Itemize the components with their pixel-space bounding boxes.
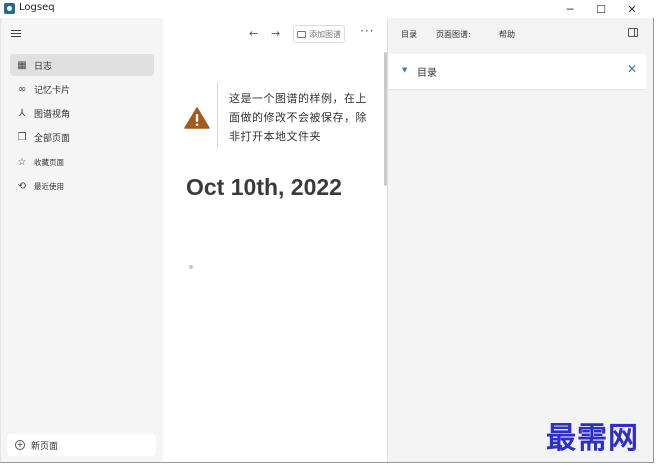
- maximize-button[interactable]: ☐: [586, 0, 616, 18]
- tab-help[interactable]: 帮助: [499, 29, 515, 40]
- sidebar-item-flashcards[interactable]: ∞ 记忆卡片: [10, 78, 154, 100]
- sidebar-item-label: 最近使用: [34, 181, 64, 191]
- sidebar-item-label: 日志: [34, 61, 53, 72]
- collapse-arrow-icon[interactable]: ▼: [402, 66, 407, 74]
- plus-circle-icon: +: [15, 440, 25, 450]
- add-graph-label: 添加图谱: [309, 29, 341, 39]
- toggle-right-sidebar-icon[interactable]: [628, 28, 638, 37]
- minimize-button[interactable]: ─: [555, 0, 585, 18]
- new-page-button[interactable]: + 新页面: [7, 434, 156, 456]
- pages-icon: ❐: [17, 131, 27, 143]
- journal-page-title[interactable]: Oct 10th, 2022: [186, 170, 366, 204]
- sidebar-item-label: 收藏页面: [34, 157, 64, 167]
- sidebar-item-graph-view[interactable]: ⅄ 图谱视角: [10, 102, 154, 124]
- graph-icon: ⅄: [18, 107, 26, 119]
- toc-panel-title: 目录: [417, 68, 437, 79]
- window-frame-right: [653, 18, 658, 466]
- block-bullet[interactable]: [189, 265, 193, 269]
- demo-graph-warning-text: 这是一个图谱的样例，在上面做的修改不会被保存，除非打开本地文件夹: [229, 92, 367, 143]
- sidebar-item-recent[interactable]: ⟲ 最近使用: [10, 175, 154, 197]
- close-window-button[interactable]: ✕: [617, 0, 647, 18]
- sidebar-item-label: 记忆卡片: [34, 85, 71, 96]
- close-icon[interactable]: ✕: [627, 62, 637, 76]
- tab-toc[interactable]: 目录: [401, 29, 417, 40]
- history-icon: ⟲: [17, 180, 27, 192]
- new-page-label: 新页面: [31, 441, 59, 452]
- back-arrow-icon[interactable]: ←: [249, 27, 258, 40]
- warning-divider: [217, 82, 218, 148]
- folder-icon: [297, 30, 306, 38]
- sidebar-item-journals[interactable]: ▦ 日志: [10, 54, 154, 76]
- title-bar: Logseq ─ ☐ ✕: [0, 0, 658, 18]
- right-sidebar: 目录 页面图谱: 帮助 ▼ 目录 ✕: [387, 18, 653, 462]
- sidebar-item-favorites[interactable]: ☆ 收藏页面: [10, 151, 154, 173]
- window-frame-bottom: [0, 462, 654, 463]
- sidebar-item-all-pages[interactable]: ❐ 全部页面: [10, 126, 154, 148]
- more-options-icon[interactable]: ···: [360, 24, 374, 38]
- calendar-icon: ▦: [17, 59, 27, 71]
- tab-page-graph[interactable]: 页面图谱:: [436, 29, 471, 40]
- star-icon: ☆: [17, 156, 27, 168]
- sidebar-item-label: 全部页面: [34, 133, 71, 144]
- logseq-logo-icon: [4, 3, 15, 14]
- warning-icon: [184, 107, 210, 129]
- window-title: Logseq: [19, 2, 55, 13]
- forward-arrow-icon[interactable]: →: [271, 27, 280, 40]
- sidebar-item-label: 图谱视角: [34, 109, 71, 120]
- left-sidebar: ▦ 日志 ∞ 记忆卡片 ⅄ 图谱视角 ❐ 全部页面 ☆ 收藏页面 ⟲ 最近使用 …: [0, 18, 163, 462]
- watermark-text: 最需网: [546, 421, 639, 456]
- toc-panel: ▼ 目录 ✕: [389, 54, 646, 90]
- menu-icon[interactable]: [11, 30, 21, 38]
- infinity-icon: ∞: [17, 83, 27, 95]
- main-content: ← → 添加图谱 ··· 这是一个图谱的样例，在上面做的修改不会被保存，除非打开…: [163, 18, 387, 462]
- add-graph-button[interactable]: 添加图谱: [293, 25, 345, 43]
